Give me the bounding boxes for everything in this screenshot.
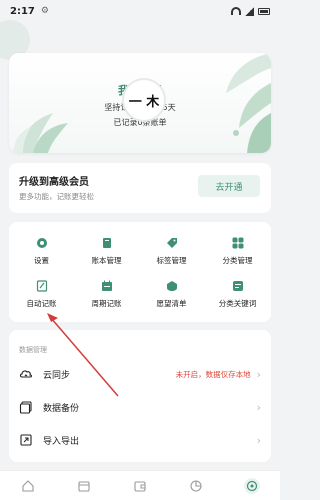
periodic-record-icon: [101, 280, 113, 292]
feature-tag[interactable]: 标签管理: [139, 234, 204, 274]
chevron-right-icon: ›: [256, 400, 261, 414]
feature-category-keyword[interactable]: 分类关键词: [205, 277, 270, 317]
notification-icon: ⚙: [40, 6, 49, 16]
nav-wallet[interactable]: [130, 476, 150, 496]
wallet-icon: [134, 480, 146, 492]
section-title: 数据管理: [19, 346, 47, 354]
nav-calendar[interactable]: [74, 476, 94, 496]
backup-icon: [19, 400, 33, 414]
chevron-right-icon: ›: [256, 367, 261, 381]
feature-category[interactable]: 分类管理: [205, 234, 270, 274]
feature-label: 自动记账: [26, 299, 57, 308]
wifi-icon: [231, 7, 241, 15]
nav-home[interactable]: [18, 476, 38, 496]
feature-label: 周期记账: [91, 299, 122, 308]
feature-label: 设置: [34, 256, 49, 265]
upgrade-title: 升级到高级会员: [19, 177, 89, 188]
pie-chart-icon: [190, 479, 202, 492]
import-export-row[interactable]: 导入导出 ›: [9, 426, 271, 454]
feature-settings[interactable]: 设置: [9, 234, 74, 274]
feature-auto-record[interactable]: 自动记账: [9, 277, 74, 317]
data-management-card: 数据管理 云同步 未开启，数据仅存本地 › 数据备份 › 导入导出 ›: [9, 330, 271, 462]
feature-label: 标签管理: [156, 256, 187, 265]
import-export-label: 导入导出: [43, 436, 80, 447]
feature-label: 分类关键词: [218, 299, 257, 308]
signal-icon: [245, 6, 254, 16]
chevron-right-icon: ›: [256, 433, 261, 447]
import-export-icon: [19, 433, 33, 447]
cloud-sync-status: 未开启，数据仅存本地: [175, 369, 251, 379]
category-icon: [232, 237, 244, 249]
calendar-icon: [78, 480, 90, 492]
nav-mine[interactable]: [242, 476, 262, 496]
cloud-sync-row[interactable]: 云同步 未开启，数据仅存本地 ›: [9, 360, 271, 388]
feature-ledger[interactable]: 账本管理: [74, 234, 139, 274]
auto-record-icon: [36, 280, 48, 292]
upgrade-subtitle: 更多功能，记账更轻松: [19, 192, 94, 201]
home-icon: [22, 479, 34, 492]
cloud-sync-icon: [19, 367, 33, 381]
feature-label: 账本管理: [91, 256, 122, 265]
cloud-sync-label: 云同步: [43, 370, 71, 381]
status-bar: 2:17 ⚙: [0, 0, 280, 22]
status-time: 2:17: [10, 5, 35, 17]
upgrade-card: 升级到高级会员 更多功能，记账更轻松 去开通: [9, 163, 271, 213]
backup-label: 数据备份: [43, 403, 80, 414]
battery-icon: [258, 7, 270, 15]
bottom-nav: [0, 470, 280, 500]
nav-stats[interactable]: [186, 476, 206, 496]
tag-icon: [166, 237, 178, 249]
feature-label: 愿望清单: [156, 299, 187, 308]
backup-row[interactable]: 数据备份 ›: [9, 393, 271, 421]
category-keyword-icon: [232, 280, 244, 292]
upgrade-button[interactable]: 去开通: [198, 175, 260, 197]
feature-periodic-record[interactable]: 周期记账: [74, 277, 139, 317]
wishlist-icon: [166, 280, 178, 292]
feature-label: 分类管理: [222, 256, 253, 265]
settings-icon: [36, 237, 48, 249]
profile-icon: [246, 480, 258, 491]
ledger-icon: [101, 237, 113, 249]
avatar[interactable]: 一 木: [122, 78, 166, 122]
feature-grid: 设置 账本管理 标签管理 分类管理 自动记账 周期记账 愿望清单 分类关键词: [9, 222, 271, 322]
feature-wishlist[interactable]: 愿望清单: [139, 277, 204, 317]
